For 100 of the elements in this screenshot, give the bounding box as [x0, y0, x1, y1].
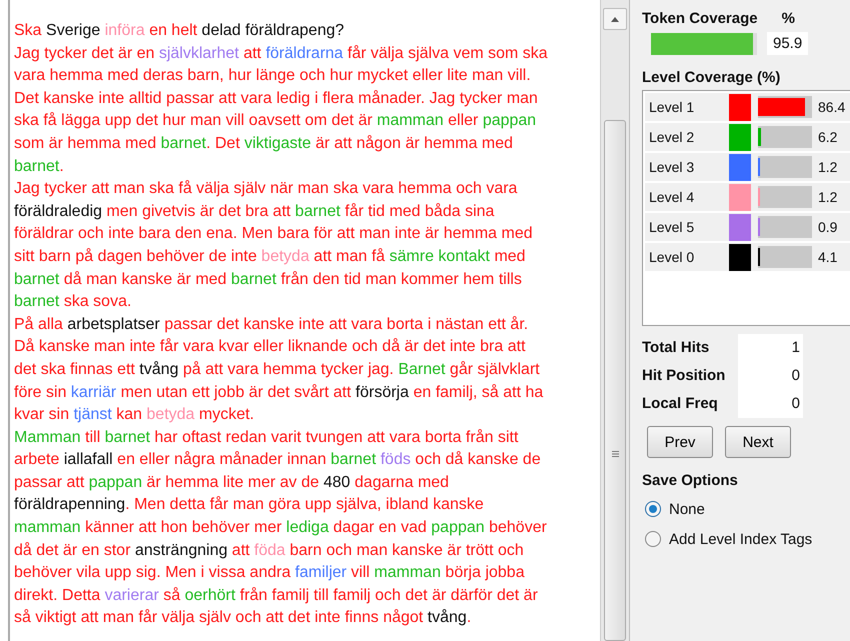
text-run: eller	[447, 112, 480, 130]
nav-button[interactable]: Next	[725, 426, 791, 458]
text-run: föräldraledig	[14, 202, 102, 220]
text-run: oerhört	[184, 586, 236, 604]
text-run: införa	[104, 22, 146, 39]
text-run: barnet	[295, 202, 340, 220]
text-run: en helt	[149, 22, 198, 39]
text-run: tvång	[428, 609, 467, 626]
text-run: sämre kontakt	[389, 248, 490, 265]
level-value: 1.2	[818, 189, 838, 205]
text-run: självklarhet	[158, 44, 239, 62]
grip-icon	[612, 451, 618, 457]
text-run: barnet	[14, 158, 60, 175]
text-run: men utan ett jobb är det svårt att	[120, 384, 352, 400]
text-run: mamman	[376, 112, 444, 130]
text-run: behöver	[488, 519, 547, 536]
text-run: mycket.	[198, 406, 254, 424]
level-value: 1.2	[818, 159, 838, 175]
text-run: ansträngning	[134, 542, 228, 559]
text-run: Det kanske inte alltid passar att vara ledig i flera månader. Jag tycker man	[14, 90, 538, 107]
radio-button[interactable]	[645, 501, 661, 517]
text-run: sitt barn på dagen behöver de inte	[14, 248, 258, 265]
text-run: då man kanske är med	[62, 270, 228, 288]
arrow-up-icon	[611, 16, 619, 22]
text-run: känner att hon behöver mer	[84, 519, 283, 536]
text-run: barnet	[14, 270, 60, 288]
text-run: pappan	[88, 474, 142, 491]
level-name: Level 4	[648, 189, 696, 205]
text-run: barnet	[14, 293, 60, 310]
text-run: pappan	[482, 112, 536, 130]
text-run: har oftast redan varit tvungen att vara borta från sitt	[154, 428, 518, 446]
level-value: 4.1	[818, 249, 838, 265]
text-run: . Men detta får man göra upp själva, ibland kanske	[125, 496, 484, 514]
text-run: försörja	[356, 384, 409, 400]
level-value: 6.2	[818, 129, 838, 145]
text-run: det ska finnas ett	[14, 360, 136, 378]
text-run: behöver vila upp sig. Men i vissa andra	[14, 564, 292, 582]
text-run: men givetvis är det bra att	[106, 202, 292, 220]
text-run: Jag tycker det är en	[14, 44, 156, 62]
scroll-up-button[interactable]	[603, 8, 627, 30]
text-run: och då kanske de	[414, 451, 541, 468]
text-run: före sin	[14, 384, 68, 400]
text-run: dagarna med	[354, 474, 449, 491]
radio-label[interactable]: None	[669, 500, 705, 518]
stat-value: 0	[790, 366, 800, 386]
text-run: familjer	[295, 564, 347, 582]
text-run: Sverige	[46, 22, 102, 39]
text-run: viktigaste	[244, 134, 312, 152]
text-run: passar det kanske inte att vara borta i nästan ett år.	[163, 316, 528, 333]
stat-value: 1	[790, 338, 800, 358]
section-title: Save Options	[642, 472, 739, 489]
text-run: att man få	[312, 248, 386, 265]
text-run: barnet	[160, 134, 206, 152]
text-run: .	[59, 158, 64, 175]
text-run: barnet	[231, 270, 276, 288]
text-run: vill	[350, 564, 371, 582]
section-title: Level Coverage (%)	[642, 69, 782, 86]
scroll-thumb[interactable]	[604, 120, 626, 641]
text-run: föräldrar och inte bara den ena. Men bara för att man inte är hemma med	[14, 225, 532, 242]
text-run: får tid med båda sina	[344, 202, 494, 220]
text-run: .	[466, 609, 472, 626]
text-run: barnet	[330, 451, 378, 468]
text-run: På alla	[14, 316, 64, 333]
text-run: betyda	[261, 248, 310, 265]
nav-button[interactable]: Prev	[647, 426, 713, 458]
text-run: iallafall	[64, 451, 113, 468]
text-run: direkt. Detta	[14, 586, 102, 604]
text-run: delad föräldrapeng?	[202, 22, 344, 39]
level-name: Level 5	[648, 219, 696, 235]
text-run: så viktigt att man får välja själv och att det inte finns något	[14, 609, 424, 626]
text-run: ska få lägga upp det hur man vill oavsett om det är	[14, 112, 374, 130]
radio-label[interactable]: Add Level Index Tags	[669, 530, 812, 548]
level-name: Level 0	[648, 249, 696, 265]
text-run: varierar	[104, 586, 159, 604]
text-run: passar att	[14, 474, 86, 491]
text-run: pappan	[431, 519, 485, 536]
text-run: Barnet	[398, 360, 446, 378]
unit-label: %	[782, 10, 795, 27]
text-run: är att någon är hemma med	[314, 134, 513, 152]
text-run: att	[242, 44, 262, 62]
scrollbar[interactable]	[600, 0, 630, 641]
text-run: att	[230, 542, 251, 559]
text-run: arbete	[14, 451, 60, 468]
text-run: föds	[380, 451, 411, 468]
text-run: föräldrapenning	[14, 496, 126, 514]
text-run: föräldrarna	[266, 44, 344, 62]
text-run: en eller några månader innan	[116, 451, 328, 468]
text-run: går självklart	[448, 360, 540, 378]
text-run: tjänst	[74, 406, 112, 424]
text-run: arbetsplatser	[67, 316, 160, 333]
text-run: ska sova.	[62, 293, 132, 310]
text-run: karriär	[70, 384, 116, 400]
text-run: är hemma lite mer av de	[146, 474, 320, 491]
text-run: kvar sin	[14, 406, 70, 424]
text-run: Ska	[14, 22, 43, 39]
section-title: Token Coverage	[642, 10, 758, 27]
text-run: kan	[115, 406, 144, 424]
level-value: 0.9	[818, 219, 838, 235]
text-run: en familj, så att ha	[412, 384, 544, 400]
radio-button[interactable]	[645, 531, 661, 547]
